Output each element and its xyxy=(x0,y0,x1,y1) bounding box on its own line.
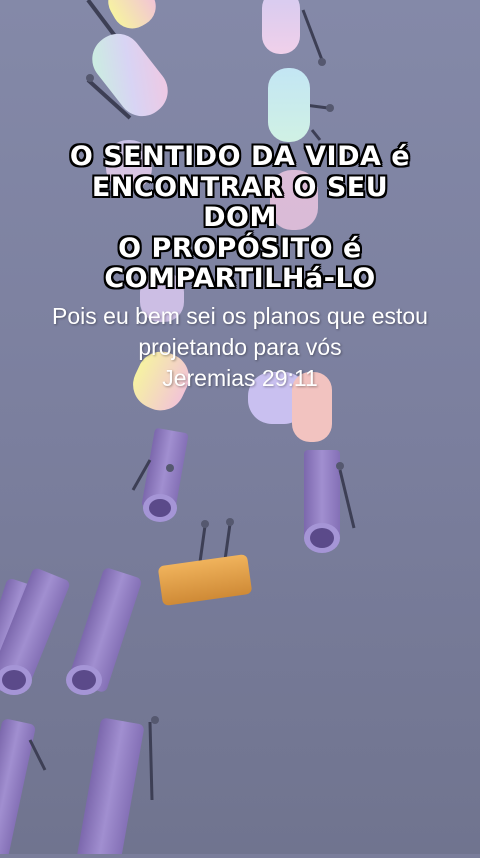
verse-reference: Jeremias 29:11 xyxy=(162,364,318,391)
headline-line: COMPARTILHá-LO xyxy=(104,263,376,294)
background-scene xyxy=(0,0,480,858)
headline: O SENTIDO DA VIDA é ENCONTRAR O SEU DOM … xyxy=(0,141,480,295)
headline-line: O PROPÓSITO é xyxy=(118,232,362,264)
caption-overlay: O SENTIDO DA VIDA é ENCONTRAR O SEU DOM … xyxy=(0,141,480,394)
pipes-illustration xyxy=(0,0,480,858)
headline-line: DOM xyxy=(203,202,277,233)
headline-line: ENCONTRAR O SEU xyxy=(91,171,389,203)
verse-line: Pois eu bem sei os planos que estou xyxy=(52,302,428,329)
headline-line: O SENTIDO DA VIDA é xyxy=(69,141,411,172)
verse-line: projetando para vós xyxy=(138,333,342,360)
bible-verse: Pois eu bem sei os planos que estou proj… xyxy=(0,301,480,394)
